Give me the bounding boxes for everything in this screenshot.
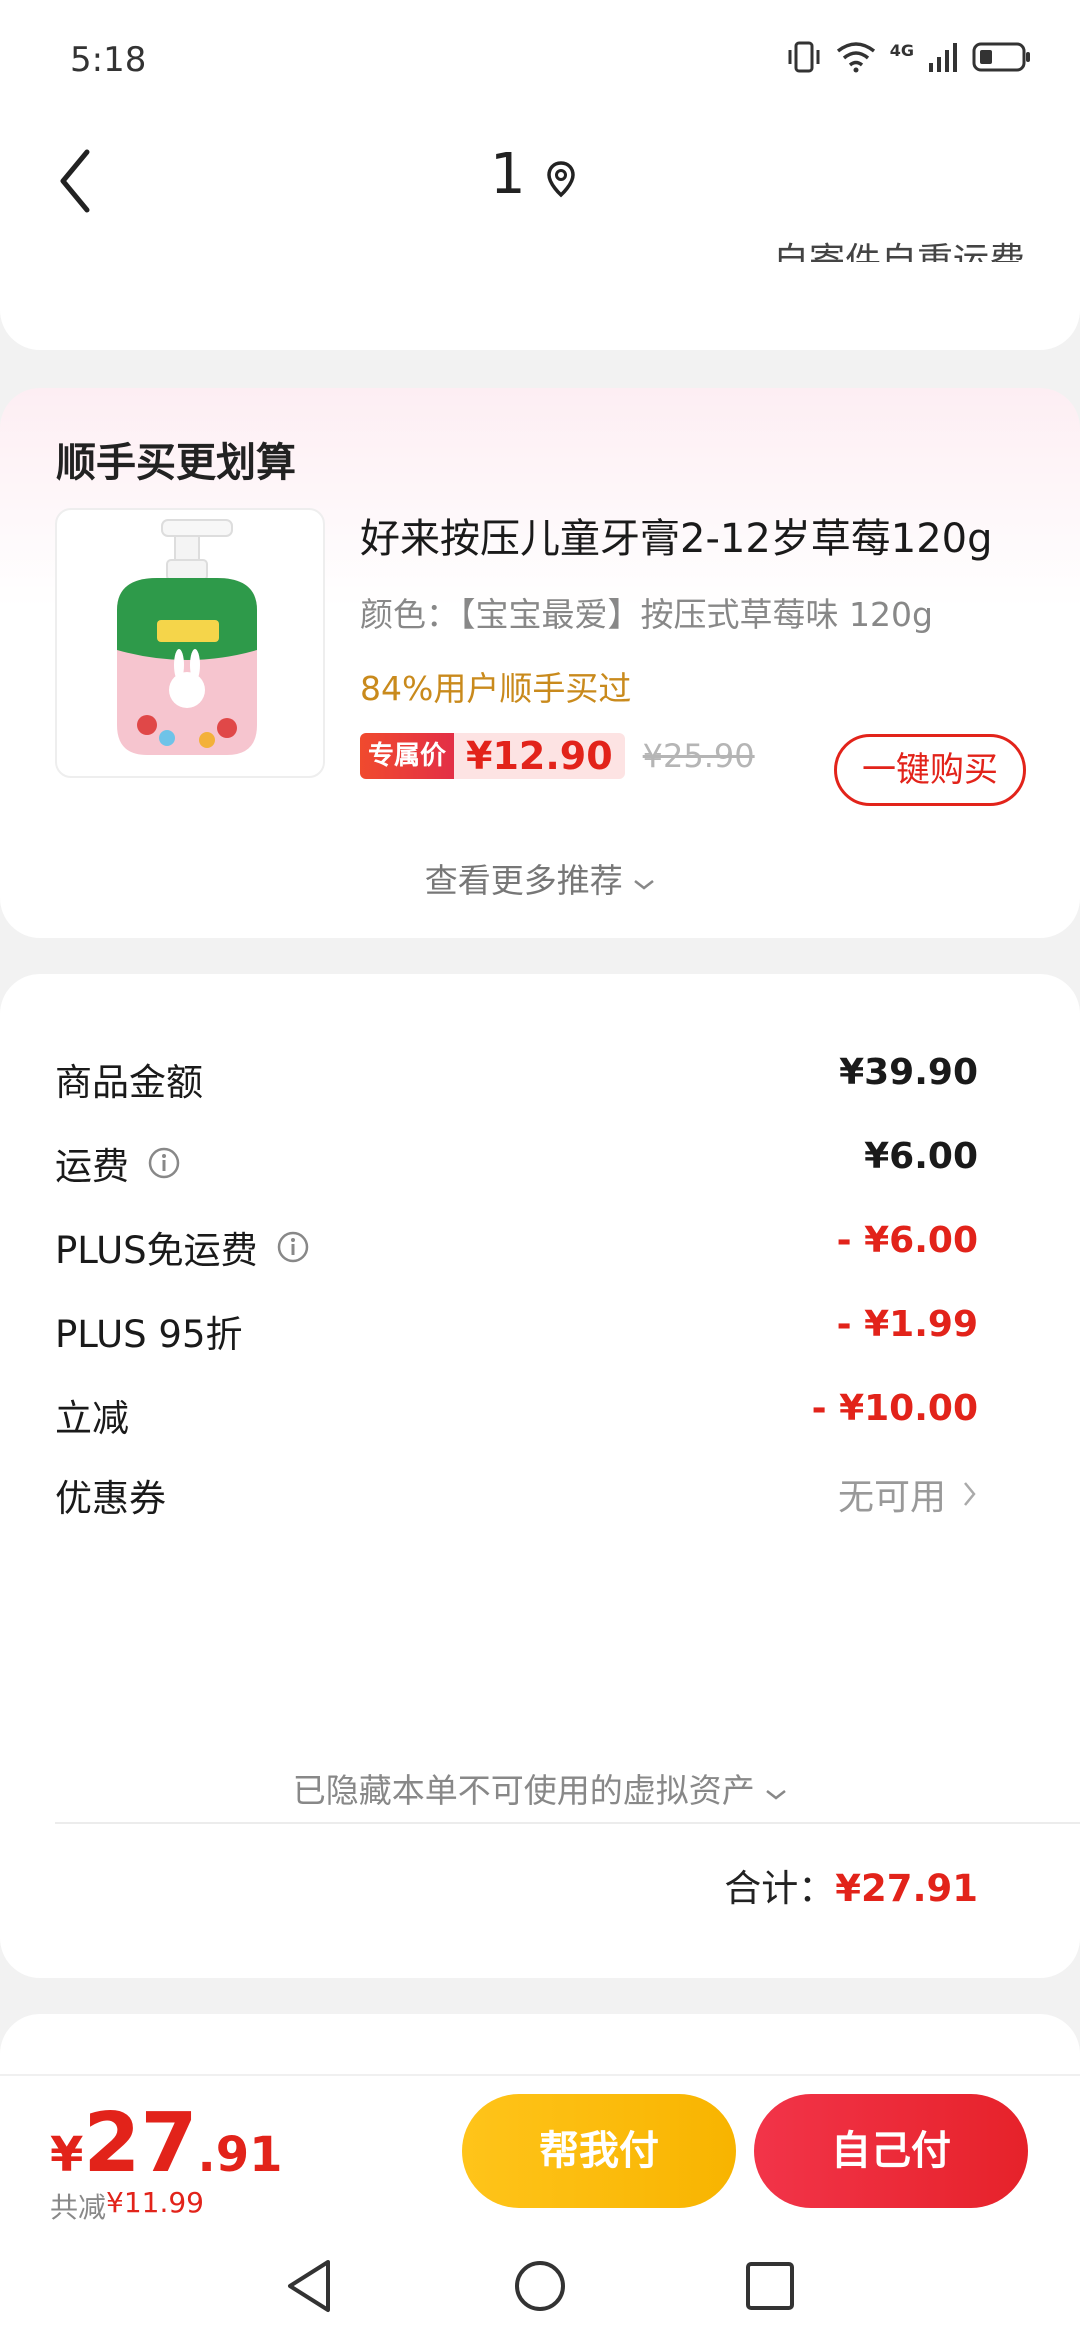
exclusive-price: ¥12.90 — [454, 733, 625, 779]
signal-icon — [929, 43, 957, 72]
more-recommendations-label: 查看更多推荐 — [424, 861, 623, 900]
info-icon[interactable] — [147, 1146, 181, 1180]
row-plus-free-shipping: PLUS免运费 - ¥6.00 — [55, 1220, 978, 1280]
nav-home-icon[interactable] — [512, 2256, 568, 2316]
row-label: 商品金额 — [55, 1061, 203, 1104]
divider — [55, 1822, 1080, 1824]
pay-currency: ¥ — [50, 2127, 84, 2183]
pay-total: ¥ 27 .91 — [50, 2096, 283, 2191]
saved-value: ¥11.99 — [106, 2186, 204, 2219]
order-summary-card: 商品金额 ¥39.90 运费 ¥6.00 PLUS免运费 - ¥6.00 PLU… — [0, 974, 1080, 1978]
row-value: ¥6.00 — [864, 1136, 978, 1177]
product-name[interactable]: 好来按压儿童牙膏2-12岁草莓120g — [360, 506, 993, 564]
help-me-pay-button[interactable]: 帮我付 — [462, 2094, 736, 2208]
row-goods-amount: 商品金额 ¥39.90 — [55, 1052, 978, 1112]
total-value: ¥27.91 — [835, 1867, 978, 1910]
vibrate-icon — [788, 41, 820, 73]
row-value: ¥39.90 — [839, 1052, 978, 1093]
product-bought-ratio: 84%用户顺手买过 — [360, 669, 632, 708]
status-time: 5:18 — [70, 40, 147, 80]
row-instant-discount: 立减 - ¥10.00 — [55, 1388, 978, 1448]
pay-myself-button[interactable]: 自己付 — [754, 2094, 1028, 2208]
row-value: - ¥1.99 — [836, 1304, 978, 1345]
pay-amount-dec: .91 — [197, 2127, 283, 2183]
status-icons: 4G — [786, 40, 1032, 74]
row-coupon[interactable]: 优惠券 无可用 — [55, 1468, 978, 1528]
upsell-title: 顺手买更划算 — [56, 440, 296, 486]
total-row: 合计： ¥27.91 — [724, 1858, 978, 1912]
hidden-assets-label: 已隐藏本单不可使用的虚拟资产 — [292, 1771, 755, 1810]
toothpaste-bottle-icon — [117, 519, 257, 755]
info-icon[interactable] — [276, 1230, 310, 1264]
nav-back-icon[interactable] — [282, 2256, 338, 2316]
pay-amount-int: 27 — [83, 2096, 198, 2191]
page-title: 1 — [490, 142, 526, 207]
row-value: - ¥10.00 — [811, 1388, 978, 1429]
battery-icon — [972, 42, 1030, 72]
pay-saved: 共减 ¥11.99 — [50, 2186, 204, 2226]
location-pin-icon[interactable] — [546, 160, 576, 198]
upsell-card: 顺手买更划算 好来按压儿童牙膏2-12岁草莓120g 颜色：【宝宝最爱】按压式草… — [0, 388, 1080, 938]
nav-recents-icon[interactable] — [742, 2256, 798, 2316]
system-nav-bar — [0, 2236, 1080, 2340]
row-value: 无可用 — [837, 1477, 946, 1518]
network-type: 4G — [889, 40, 914, 60]
one-click-buy-button[interactable]: 一键购买 — [834, 734, 1026, 806]
payment-bar: ¥ 27 .91 共减 ¥11.99 帮我付 自己付 — [0, 2074, 1080, 2236]
exclusive-price-badge: 专属价 — [360, 733, 455, 779]
more-recommendations-link[interactable]: 查看更多推荐 — [0, 854, 1080, 902]
row-label: PLUS免运费 — [55, 1229, 258, 1272]
row-label: 立减 — [55, 1397, 129, 1440]
row-label: 优惠券 — [55, 1477, 166, 1520]
back-button[interactable] — [55, 146, 105, 216]
original-price: ¥25.90 — [642, 737, 755, 775]
row-label: PLUS 95折 — [55, 1313, 243, 1356]
row-shipping: 运费 ¥6.00 — [55, 1136, 978, 1196]
row-plus-discount: PLUS 95折 - ¥1.99 — [55, 1304, 978, 1364]
total-label: 合计： — [724, 1867, 836, 1910]
hidden-assets-toggle[interactable]: 已隐藏本单不可使用的虚拟资产 — [0, 1764, 1080, 1812]
price-tag: 专属价 ¥12.90 ¥25.90 — [360, 732, 755, 780]
status-bar: 5:18 4G — [0, 0, 1080, 120]
row-label: 运费 — [55, 1145, 129, 1188]
chevron-down-icon — [634, 880, 655, 890]
product-image[interactable] — [55, 508, 325, 778]
header-subtitle: 自寄件自重运费 — [772, 241, 1025, 262]
header: 1 自寄件自重运费 — [0, 120, 1080, 350]
wifi-icon — [836, 42, 875, 73]
chevron-right-icon — [964, 1482, 976, 1506]
product-spec: 颜色：【宝宝最爱】按压式草莓味 120g — [360, 595, 933, 634]
saved-label: 共减 — [50, 2191, 107, 2224]
row-value: - ¥6.00 — [836, 1220, 978, 1261]
back-arrow-icon — [60, 149, 90, 213]
chevron-down-icon — [766, 1790, 787, 1800]
